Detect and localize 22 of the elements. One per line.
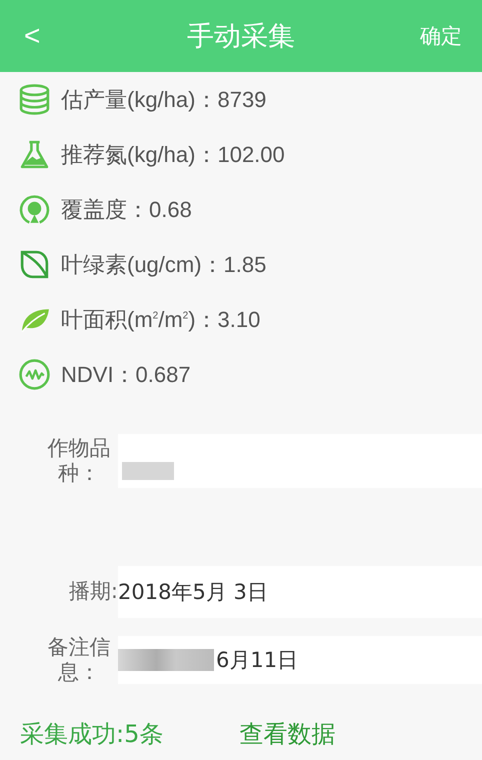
location-pin-icon <box>18 193 51 226</box>
input-field[interactable]: 6月11日 <box>118 636 482 684</box>
field-label: 备注信息： <box>46 634 112 686</box>
input-field[interactable] <box>118 434 482 488</box>
view-data-link[interactable]: 查看数据 <box>239 718 336 750</box>
flask-icon <box>18 138 51 171</box>
back-button[interactable]: < <box>24 20 40 52</box>
metric-text: 推荐氮(kg/ha)：102.00 <box>61 140 285 169</box>
field-label: 作物品种： <box>46 436 112 486</box>
metric-text: 估产量(kg/ha)：8739 <box>61 86 266 114</box>
page-title: 手动采集 <box>187 21 295 52</box>
pulse-icon <box>18 358 51 391</box>
input-field[interactable]: 2018年5月 3日 <box>118 566 482 618</box>
confirm-button[interactable]: 确定 <box>420 22 462 50</box>
status-text: 采集成功:5条 <box>20 719 164 750</box>
metric-text: 覆盖度：0.68 <box>61 196 192 224</box>
metric-text: 叶面积(m$^{2}$/m$^{2}$)：3.10 <box>61 306 260 334</box>
field-label: 播期: <box>68 579 118 605</box>
leaf-icon <box>18 248 51 281</box>
metric-text: 叶绿素(ug/cm)：1.85 <box>61 250 266 279</box>
metric-text: NDVI：0.687 <box>61 360 191 388</box>
database-icon <box>18 83 51 116</box>
